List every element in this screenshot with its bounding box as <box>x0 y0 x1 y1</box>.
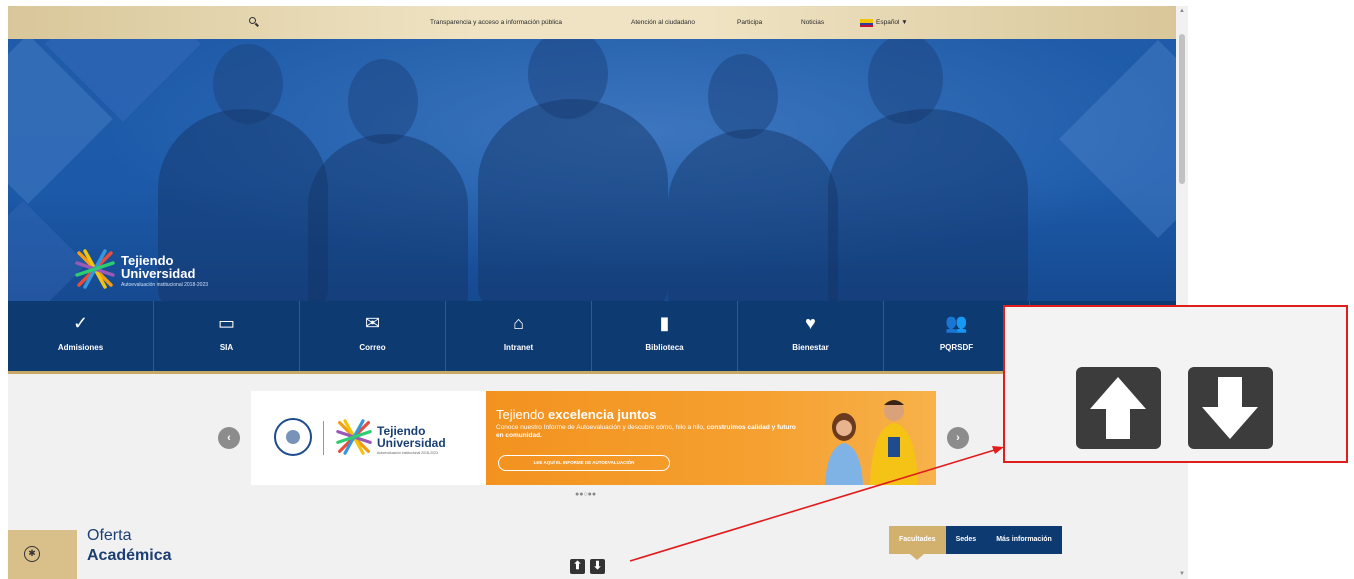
carousel-next-button[interactable]: › <box>947 427 969 449</box>
nav-tile-label: Correo <box>359 343 386 352</box>
university-seal-icon <box>274 418 312 456</box>
laptop-icon: ▭ <box>217 313 235 333</box>
read-report-button[interactable]: LEE AQUÍ EL INFORME DE AUTOEVALUACIÓN <box>498 455 670 471</box>
logo-divider <box>323 421 324 455</box>
nav-tile-intranet[interactable]: ⌂ Intranet <box>446 301 592 371</box>
language-selector[interactable]: Español ▼ <box>876 19 908 26</box>
carousel-dots[interactable]: ●●○●● <box>575 491 596 498</box>
slide-message-panel: Tejiendo excelencia juntos Conoce nuestr… <box>486 391 936 485</box>
hero-banner[interactable]: Tejiendo Universidad Autoevaluación inst… <box>8 39 1176 301</box>
slide-logo-sub: Autoevaluación institucional 2018-2023 <box>377 451 438 455</box>
zoomed-down-arrow-button <box>1188 367 1273 449</box>
envelope-icon: ✉ <box>364 313 381 333</box>
slide-headline: Tejiendo excelencia juntos <box>496 407 657 422</box>
zoomed-up-arrow-button <box>1076 367 1161 449</box>
colombia-flag-icon <box>860 19 873 27</box>
scroll-up-button[interactable]: ⬆ <box>570 559 585 574</box>
nav-tile-sia[interactable]: ▭ SIA <box>154 301 300 371</box>
scrollbar-up-arrow-icon[interactable]: ▲ <box>1179 8 1185 14</box>
scrollbar-thumb[interactable] <box>1179 34 1185 184</box>
home-icon: ⌂ <box>513 313 524 333</box>
link-participa[interactable]: Participa <box>737 19 762 26</box>
nav-tile-biblioteca[interactable]: ▮ Biblioteca <box>592 301 738 371</box>
arrow-up-icon <box>1090 377 1146 439</box>
arrow-down-icon <box>1202 377 1258 439</box>
slide-body: Conoce nuestro Informe de Autoevaluación… <box>496 424 796 439</box>
zoom-callout <box>1003 305 1348 463</box>
nav-tile-label: Intranet <box>503 343 534 352</box>
nav-tile-bienestar[interactable]: ♥ Bienestar <box>738 301 884 371</box>
tejiendo-logo-icon <box>336 419 372 455</box>
top-bar: Transparencia y acceso a información púb… <box>8 6 1176 39</box>
gold-divider <box>8 371 1176 374</box>
book-icon: ▮ <box>659 313 670 333</box>
page-scrollbar[interactable]: ▲ ▼ <box>1176 6 1188 579</box>
oferta-tabs: Facultades Sedes Más información <box>889 526 1062 560</box>
checkmark-icon: ✓ <box>72 313 89 333</box>
slide-logo-line2: Universidad <box>377 436 446 450</box>
carousel-slide[interactable]: Tejiendo Universidad Autoevaluación inst… <box>251 391 936 485</box>
scroll-down-button[interactable]: ⬇ <box>590 559 605 574</box>
nav-tile-label: Bienestar <box>792 343 829 352</box>
brand-title-line2: Universidad <box>121 266 196 281</box>
nav-tile-correo[interactable]: ✉ Correo <box>300 301 446 371</box>
accessibility-icon: ✱ <box>24 546 40 562</box>
link-noticias[interactable]: Noticias <box>801 19 824 26</box>
page: Transparencia y acceso a información púb… <box>8 6 1176 579</box>
student-boy-image <box>870 400 918 485</box>
scrollbar-down-arrow-icon[interactable]: ▼ <box>1179 571 1185 577</box>
tejiendo-logo-icon <box>75 249 115 289</box>
nav-tile-label: SIA <box>219 343 234 352</box>
nav-tile-label: Admisiones <box>57 343 104 352</box>
slide-logo-panel: Tejiendo Universidad Autoevaluación inst… <box>251 391 486 485</box>
link-atencion-ciudadano[interactable]: Atención al ciudadano <box>631 19 695 26</box>
carousel-prev-button[interactable]: ‹ <box>218 427 240 449</box>
tab-sedes[interactable]: Sedes <box>945 526 987 554</box>
nav-tile-admisiones[interactable]: ✓ Admisiones <box>8 301 154 371</box>
tab-mas-informacion[interactable]: Más información <box>986 526 1062 554</box>
section-title-line2: Académica <box>87 547 172 564</box>
heart-icon: ♥ <box>805 313 816 333</box>
search-icon[interactable] <box>248 16 260 28</box>
nav-tile-label: Biblioteca <box>645 343 684 352</box>
brand-subtitle: Autoevaluación institucional 2018-2023 <box>121 282 209 288</box>
link-transparencia[interactable]: Transparencia y acceso a información púb… <box>430 19 562 26</box>
tab-facultades[interactable]: Facultades <box>889 526 946 560</box>
section-title-line1: Oferta <box>87 527 132 544</box>
student-girl-image <box>825 413 863 485</box>
quick-access-nav: ✓ Admisiones ▭ SIA ✉ Correo ⌂ Intranet ▮… <box>8 301 1176 371</box>
accessibility-button[interactable]: ✱ <box>8 530 77 579</box>
